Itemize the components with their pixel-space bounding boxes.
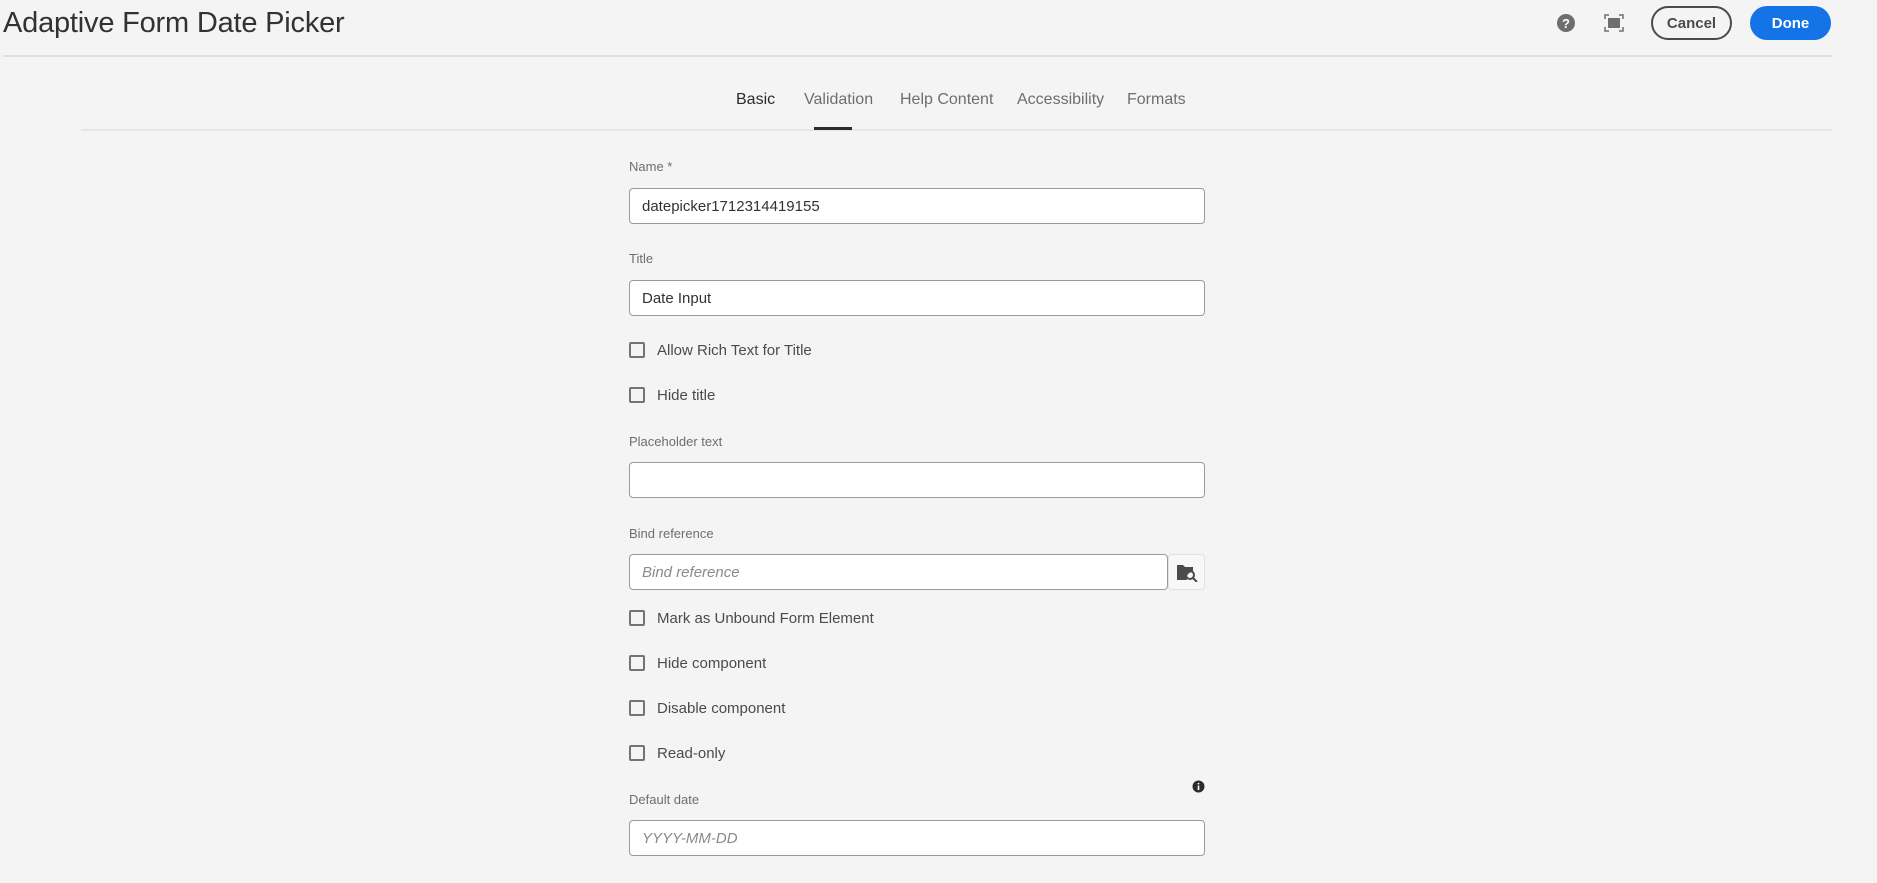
header: Adaptive Form Date Picker ? Cancel Done [0,0,1832,57]
tab-formats[interactable]: Formats [1127,90,1186,110]
folder-search-icon [1176,565,1198,582]
checkbox-label: Hide title [657,386,716,404]
tab-bar: Basic Validation Help Content Accessibil… [81,84,1832,131]
default-date-input[interactable]: YYYY-MM-DD [629,820,1205,856]
hide-title-checkbox[interactable]: Hide title [629,385,715,405]
tab-help-content[interactable]: Help Content [900,90,993,110]
checkbox-box[interactable] [629,387,645,403]
checkbox-label: Allow Rich Text for Title [657,341,812,359]
disable-component-checkbox[interactable]: Disable component [629,698,785,718]
unbound-form-element-checkbox[interactable]: Mark as Unbound Form Element [629,608,874,628]
info-icon[interactable] [1192,780,1205,798]
checkbox-box[interactable] [629,655,645,671]
help-icon[interactable]: ? [1555,12,1577,34]
tab-accessibility[interactable]: Accessibility [1017,90,1104,110]
tab-basic[interactable]: Basic [736,90,775,110]
allow-rich-text-checkbox[interactable]: Allow Rich Text for Title [629,340,812,360]
checkbox-box[interactable] [629,342,645,358]
name-input[interactable]: datepicker1712314419155 [629,188,1205,224]
checkbox-label: Disable component [657,699,786,717]
placeholder-text-input[interactable] [629,462,1205,498]
bind-reference-label: Bind reference [629,526,714,541]
hide-component-checkbox[interactable]: Hide component [629,653,766,673]
default-date-label: Default date [629,792,700,807]
active-tab-indicator [814,127,852,130]
title-label: Title [629,251,654,266]
name-label: Name * [629,159,673,174]
checkbox-label: Read-only [657,744,726,762]
svg-text:?: ? [1562,16,1570,31]
header-divider [3,55,1832,57]
checkbox-label: Mark as Unbound Form Element [657,609,874,627]
placeholder-text-label: Placeholder text [629,434,723,449]
checkbox-box[interactable] [629,700,645,716]
bind-reference-input[interactable]: Bind reference [629,554,1168,590]
read-only-checkbox[interactable]: Read-only [629,743,725,763]
tab-validation[interactable]: Validation [804,90,873,110]
cancel-button[interactable]: Cancel [1651,6,1732,40]
done-button[interactable]: Done [1750,6,1831,40]
checkbox-label: Hide component [657,654,767,672]
page-title: Adaptive Form Date Picker [3,7,345,39]
fullscreen-icon[interactable] [1603,12,1625,34]
browse-bind-reference-button[interactable] [1168,554,1205,590]
title-input[interactable]: Date Input [629,280,1205,316]
checkbox-box[interactable] [629,610,645,626]
checkbox-box[interactable] [629,745,645,761]
